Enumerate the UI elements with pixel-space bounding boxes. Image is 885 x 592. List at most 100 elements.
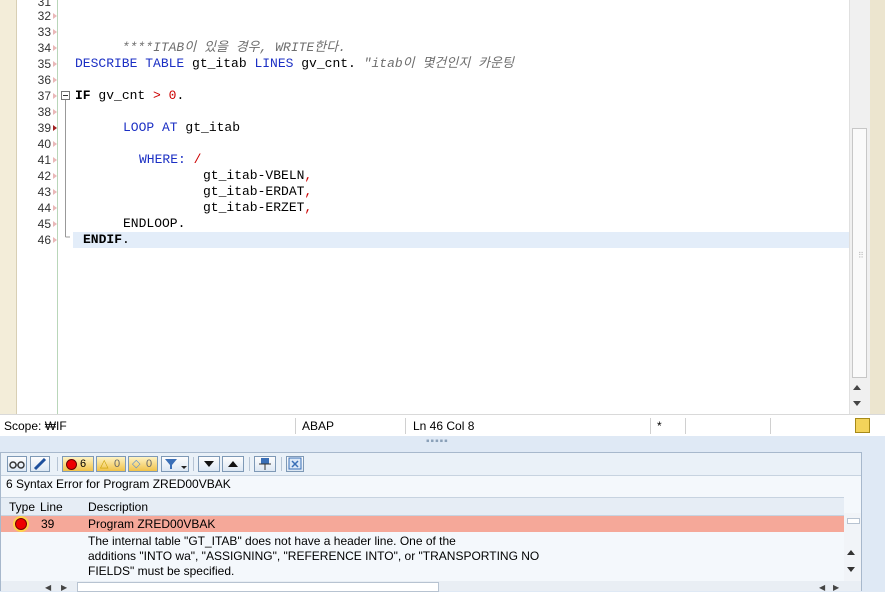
info-filter-button[interactable]: ◇ 0 (128, 456, 158, 472)
line-number: 43 (37, 185, 51, 199)
line-number: 45 (37, 217, 51, 231)
editor-left-margin (0, 0, 17, 414)
punctuation: , (304, 184, 313, 199)
punctuation: . (176, 88, 185, 103)
code-line: WHERE: / (139, 152, 201, 168)
scroll-thumb[interactable] (847, 518, 860, 524)
scroll-up-arrow-icon[interactable] (853, 385, 861, 390)
line-number: 35 (37, 57, 51, 71)
error-detail-line: FIELDS" must be specified. (88, 564, 235, 578)
warning-icon: △ (100, 458, 109, 470)
error-detail-line: additions "INTO wa", "ASSIGNING", "REFER… (88, 549, 540, 563)
identifier: gt_itab-VBELN (203, 168, 305, 183)
scroll-thumb[interactable]: ⠿ (852, 128, 867, 378)
editor-vertical-scrollbar[interactable]: ⠿ (849, 0, 870, 414)
code-line: LOOP AT gt_itab (123, 120, 240, 136)
error-vertical-scrollbar[interactable] (844, 513, 861, 591)
filter-icon[interactable] (161, 456, 189, 472)
previous-error-icon[interactable] (222, 456, 244, 472)
warnings-filter-button[interactable]: △ 0 (96, 456, 126, 472)
punctuation: , (304, 168, 313, 183)
modified-indicator: * (657, 419, 662, 433)
code-line: gt_itab-ERDAT, (203, 184, 312, 200)
operator: / (193, 152, 202, 167)
fold-column (57, 0, 73, 414)
error-description: The internal table "GT_ITAB" does not ha… (88, 534, 828, 579)
cursor-position: Ln 46 Col 8 (413, 419, 475, 433)
line-number: 38 (37, 105, 51, 119)
edit-pencil-icon[interactable] (30, 456, 50, 472)
code-line: IF gv_cnt > 0. (75, 88, 184, 104)
note-icon[interactable] (855, 418, 870, 433)
line-number: 33 (37, 25, 51, 39)
error-horizontal-scrollbar[interactable]: ◀ ▶ ◀ ▶ (1, 581, 861, 592)
code-line: DESCRIBE TABLE gt_itab LINES gv_cnt. "it… (75, 56, 514, 72)
status-bar: Scope: ₩IF ABAP Ln 46 Col 8 * (0, 414, 885, 437)
error-list-title: 6 Syntax Error for Program ZRED00VBAK (6, 477, 231, 491)
keyword: WHERE: (139, 152, 186, 167)
current-code-line: ENDIF. (73, 232, 849, 248)
scope-label: Scope: ₩IF (4, 419, 67, 433)
line-number: 42 (37, 169, 51, 183)
error-icon (66, 459, 77, 470)
keyword: ENDLOOP. (123, 216, 186, 231)
editor-right-margin (870, 0, 885, 414)
operator: > (153, 88, 161, 103)
error-table-header: Type Line Description (1, 497, 844, 516)
line-number: 46 (37, 233, 51, 247)
close-icon[interactable] (286, 456, 304, 472)
keyword: LOOP AT (123, 120, 178, 135)
next-error-icon[interactable] (198, 456, 220, 472)
scroll-down-arrow-icon[interactable] (847, 567, 855, 572)
warning-count: 0 (114, 458, 121, 470)
code-area[interactable]: ****ITAB이 있을 경우, WRITE한다. DESCRIBE TABLE… (73, 0, 849, 414)
column-header-type[interactable]: Type (9, 500, 35, 514)
code-line: ****ITAB이 있을 경우, WRITE한다. (75, 24, 346, 55)
scroll-up-arrow-icon[interactable] (847, 550, 855, 555)
code-editor[interactable]: 31 32 33 34 35 36 37 38 39 40 41 42 43 4… (0, 0, 885, 414)
info-icon: ◇ (132, 458, 141, 470)
error-count: 6 (80, 458, 87, 470)
line-number: 41 (37, 153, 51, 167)
scroll-down-arrow-icon[interactable] (853, 401, 861, 406)
code-line: gt_itab-VBELN, (203, 168, 312, 184)
line-number: 37 (37, 89, 51, 103)
identifier: gt_itab-ERZET (203, 200, 305, 215)
fold-tree-icon (57, 0, 70, 414)
pin-icon[interactable] (254, 456, 276, 472)
column-header-line[interactable]: Line (40, 500, 63, 514)
line-number: 34 (37, 41, 51, 55)
error-type-icon (15, 518, 27, 530)
error-toolbar: 6 △ 0 ◇ 0 (1, 453, 861, 476)
comment: "itab이 몇건인지 카운팅 (363, 56, 514, 71)
panel-splitter[interactable]: ▪▪▪▪▪ (0, 436, 885, 452)
glasses-icon[interactable] (7, 456, 27, 472)
error-detail-line: The internal table "GT_ITAB" does not ha… (88, 534, 456, 548)
identifier: gv_cnt (90, 88, 154, 103)
line-number: 39 (37, 121, 51, 135)
error-line-number: 39 (41, 517, 55, 531)
line-number: 36 (37, 73, 51, 87)
errors-filter-button[interactable]: 6 (62, 456, 94, 472)
line-number: 32 (37, 9, 51, 23)
identifier: gt_itab-ERDAT (203, 184, 305, 199)
line-number: 44 (37, 201, 51, 215)
identifier: gt_itab (177, 120, 241, 135)
punctuation: . (122, 232, 130, 247)
error-program: Program ZRED00VBAK (88, 517, 216, 531)
error-row[interactable]: 39 Program ZRED00VBAK (1, 516, 844, 532)
code-line: ENDLOOP. (123, 216, 185, 232)
identifier: gv_cnt. (293, 56, 364, 71)
punctuation: , (304, 200, 313, 215)
keyword: LINES (254, 56, 294, 71)
splitter-grip-icon: ▪▪▪▪▪ (426, 436, 449, 447)
column-header-description[interactable]: Description (88, 500, 148, 514)
panel-right-margin (862, 452, 885, 591)
keyword: DESCRIBE TABLE (75, 56, 185, 71)
language-label: ABAP (302, 419, 335, 433)
code-line: gt_itab-ERZET, (203, 200, 312, 216)
keyword: IF (75, 88, 91, 103)
keyword: ENDIF (83, 232, 123, 247)
